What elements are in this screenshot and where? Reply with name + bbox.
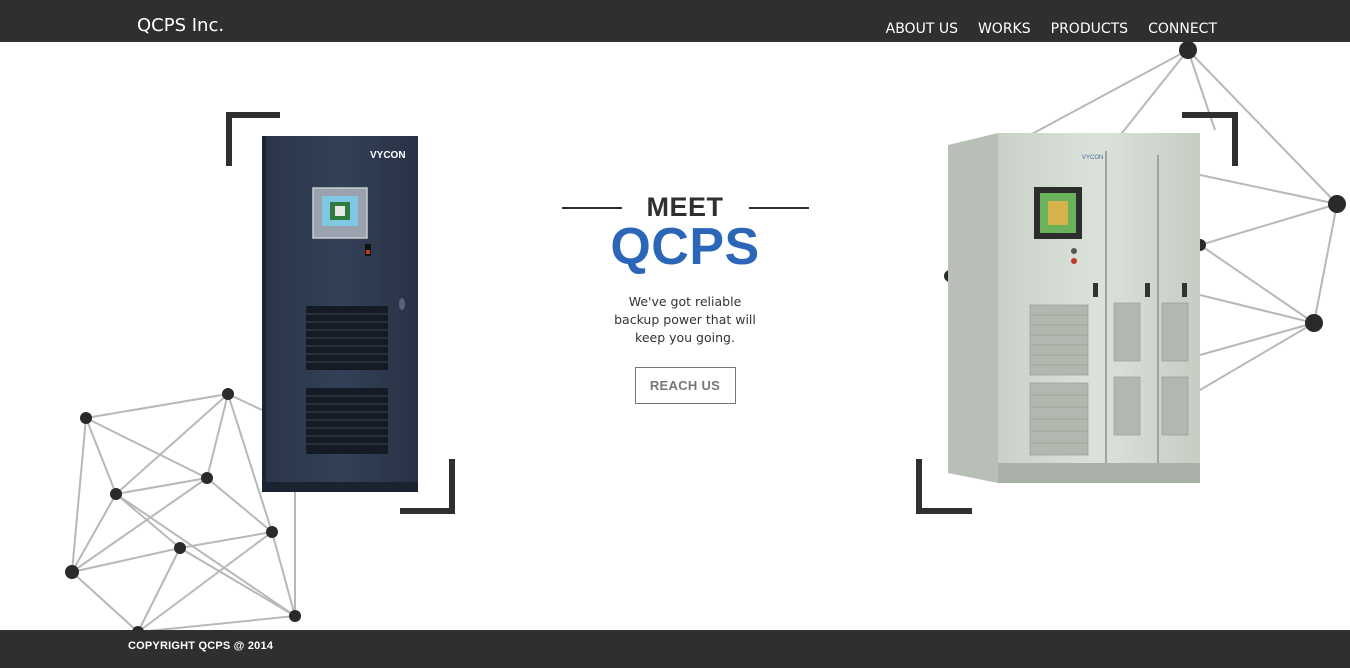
ups-cabinet-light-image: VYCON [948,133,1200,483]
cabinet-brand-label-right: VYCON [1082,155,1103,161]
footer-bar: COPYRIGHT QCPS @ 2014 [0,630,1350,668]
cabinet-brand-label-left: VYCON [370,150,406,161]
hero-tagline: We've got reliable backup power that wil… [614,294,756,345]
ups-cabinet-dark-image: VYCON [262,136,418,492]
meet-heading: MEET [646,192,724,222]
divider-line-right [749,207,809,209]
reach-us-button[interactable]: REACH US [634,367,736,404]
copyright-text: COPYRIGHT QCPS @ 2014 [128,640,274,652]
hero-title: QCPS [610,218,760,276]
hero-section: MEET QCPS We've got reliable backup powe… [560,190,810,404]
divider-line-left [562,207,622,209]
meet-heading-row: MEET [560,190,810,224]
